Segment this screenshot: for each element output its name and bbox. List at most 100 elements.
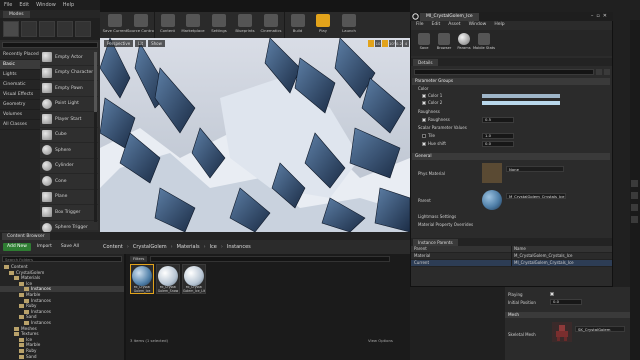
geometry-mode-icon[interactable] (75, 21, 91, 37)
rotation-snap-toggle[interactable] (382, 40, 388, 47)
color1-swatch[interactable] (482, 94, 560, 98)
view-options-icon[interactable] (604, 69, 610, 75)
toolbar-button-blueprints[interactable]: Blueprints (232, 12, 258, 38)
strip-button[interactable] (631, 204, 638, 211)
skeletal-mesh-dropdown[interactable]: SK_CrystalGolem (575, 326, 625, 332)
mesh-section[interactable]: Mesh (505, 312, 630, 318)
paint-mode-icon[interactable] (21, 21, 37, 37)
details-search-input[interactable] (414, 69, 594, 75)
place-actor-item[interactable]: Empty Actor (40, 50, 98, 66)
place-category-item[interactable]: Cinematic (0, 80, 40, 90)
mi-editor-tab[interactable]: MI_CrystalGolem_Ice (420, 13, 479, 21)
parameter-groups-section[interactable]: Parameter Groups (412, 78, 610, 85)
breadcrumb-crystalgolem[interactable]: CrystalGolem (133, 244, 167, 250)
toolbar-button-play[interactable]: Play (310, 12, 336, 38)
roughness-group-header[interactable]: Roughness (412, 109, 610, 116)
mi-params-button[interactable]: Params (454, 30, 474, 56)
toolbar-button-save-current[interactable]: Save Current (102, 12, 128, 38)
parent-dropdown[interactable]: M_CrystalGolem_Crystals_Ice (506, 193, 566, 199)
scale-snap-value[interactable]: 0.25 (396, 40, 404, 47)
view-options-button[interactable]: View Options (368, 338, 393, 343)
mi-mobile-stats-button[interactable]: Mobile Stats (473, 30, 495, 56)
folder-search-input[interactable]: Search Folders (2, 256, 122, 262)
place-actor-item[interactable]: Cylinder (40, 159, 98, 174)
mi-menu-help[interactable]: Help (494, 22, 504, 29)
place-actor-item[interactable]: Point Light (40, 97, 98, 112)
strip-button[interactable] (631, 192, 638, 199)
filters-button[interactable]: Filters (130, 256, 148, 262)
roughness-override-checkbox[interactable] (422, 118, 426, 122)
mi-browser-button[interactable]: Browser (434, 30, 454, 56)
place-category-item[interactable]: All Classes (0, 120, 40, 130)
asset-tile[interactable]: MI_Crystal Golem_Ice_Lite (182, 264, 206, 294)
skeletal-mesh-thumbnail[interactable] (552, 322, 572, 342)
parent-thumbnail[interactable] (482, 190, 502, 210)
place-category-item[interactable]: Visual Effects (0, 90, 40, 100)
level-viewport[interactable] (100, 38, 410, 232)
rotation-snap-value[interactable]: 10° (389, 40, 396, 47)
save-all-button[interactable]: Save All (58, 243, 82, 251)
place-actor-item[interactable]: Player Start (40, 112, 98, 128)
place-category-item[interactable]: Recently Placed (0, 50, 40, 60)
viewport-perspective-button[interactable]: Perspective (104, 40, 134, 47)
mi-menu-file[interactable]: File (416, 22, 424, 29)
scrollbar-thumb[interactable] (94, 52, 97, 112)
property-matrix-icon[interactable] (596, 69, 602, 75)
parent-column-header[interactable]: Parent (414, 246, 427, 253)
toolbar-button-settings[interactable]: Settings (206, 12, 232, 38)
breadcrumb-instances[interactable]: Instances (227, 244, 251, 250)
mi-menu-asset[interactable]: Asset (448, 22, 460, 29)
toolbar-button-cinematics[interactable]: Cinematics (258, 12, 284, 38)
lightmass-settings[interactable]: Lightmass Settings (412, 214, 610, 221)
toolbar-button-content[interactable]: Content (154, 12, 180, 38)
window-controls[interactable]: –▫✕ (591, 13, 610, 19)
modes-tab[interactable]: Modes (3, 11, 30, 18)
camera-speed-value[interactable]: 4 (403, 40, 409, 47)
breadcrumb-materials[interactable]: Materials (177, 244, 200, 250)
menu-file[interactable]: File (4, 2, 12, 8)
toolbar-button-source-control[interactable]: Source Control (127, 12, 155, 38)
roughness-field[interactable]: 0.5 (482, 117, 514, 123)
toolbar-button-launch[interactable]: Launch (336, 12, 362, 38)
menu-edit[interactable]: Edit (19, 2, 29, 8)
color2-override-checkbox[interactable] (422, 101, 426, 105)
breadcrumb-content[interactable]: Content (103, 244, 123, 250)
viewport-show-button[interactable]: Show (148, 40, 165, 47)
strip-button[interactable] (631, 216, 638, 223)
viewport-lit-button[interactable]: Lit (135, 40, 147, 47)
general-section[interactable]: General (412, 153, 610, 160)
color1-override-checkbox[interactable] (422, 94, 426, 98)
import-button[interactable]: Import (34, 243, 55, 251)
place-actor-item[interactable]: Cube (40, 128, 98, 143)
instance-parents-tab[interactable]: Instance Parents (413, 239, 458, 246)
scalar-group-header[interactable]: Scalar Parameter Values (412, 125, 610, 132)
menu-window[interactable]: Window (36, 2, 56, 8)
place-category-item[interactable]: Lights (0, 70, 40, 80)
grid-snap-value[interactable]: 10 (375, 40, 381, 47)
color2-swatch[interactable] (482, 101, 560, 105)
menu-help[interactable]: Help (63, 2, 74, 8)
playing-checkbox[interactable] (550, 292, 554, 296)
mi-menu-window[interactable]: Window (469, 22, 487, 29)
phys-material-dropdown[interactable]: None (506, 166, 564, 172)
tile-override-checkbox[interactable] (422, 134, 426, 138)
toolbar-button-build[interactable]: Build (284, 12, 310, 38)
strip-button[interactable] (631, 180, 638, 187)
place-category-item[interactable]: Geometry (0, 100, 40, 110)
details-tab[interactable]: Details (413, 59, 438, 66)
place-scrollbar[interactable] (94, 52, 97, 222)
initial-position-field[interactable]: 0.0 (550, 299, 582, 305)
folder-node[interactable]: Sand (0, 354, 124, 360)
mi-save-button[interactable]: Save (414, 30, 434, 56)
mi-menu-edit[interactable]: Edit (432, 22, 441, 29)
landscape-mode-icon[interactable] (39, 21, 55, 37)
place-actor-item[interactable]: Empty Character (40, 66, 98, 81)
place-category-item[interactable]: Volumes (0, 110, 40, 120)
place-search-input[interactable] (2, 42, 98, 48)
hue-shift-field[interactable]: 0.0 (482, 141, 514, 147)
place-category-item[interactable]: Basic (0, 60, 40, 70)
add-new-button[interactable]: Add New (3, 243, 31, 251)
asset-tile[interactable]: MI_Crystal Golem_Snow (156, 264, 180, 294)
asset-search-input[interactable] (150, 256, 391, 262)
place-actor-item[interactable]: Cone (40, 174, 98, 190)
